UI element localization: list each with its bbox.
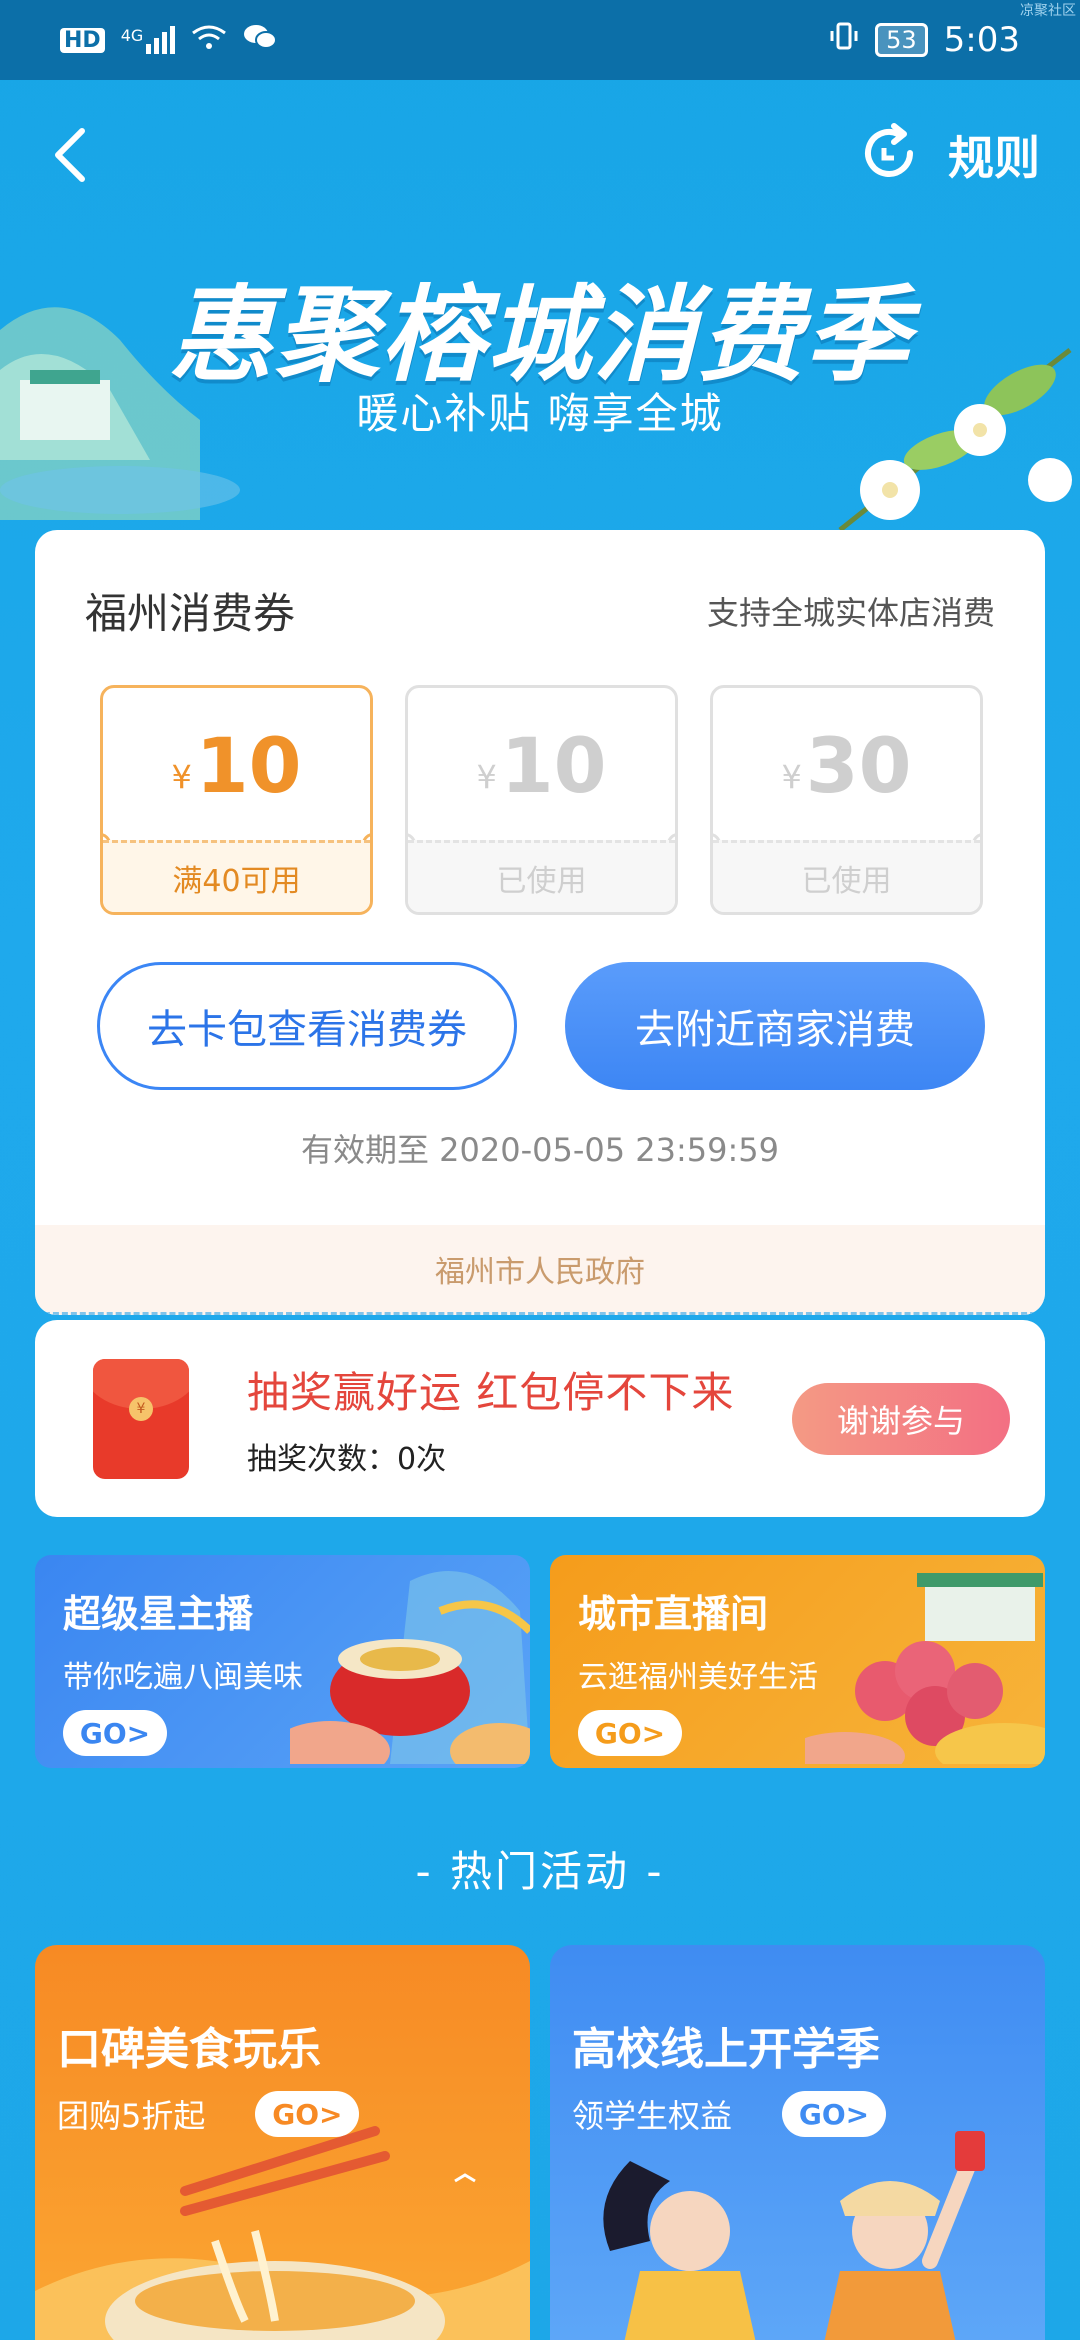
nearby-merchants-button[interactable]: 去附近商家消费 [565, 962, 985, 1090]
coupon-card: 福州消费券 支持全城实体店消费 ¥ 10 满40可用 ¥ 10 已使用 ¥ 30 [35, 530, 1045, 1315]
promo-super-streamer[interactable]: 超级星主播 带你吃遍八闽美味 GO> [35, 1555, 530, 1768]
lottery-button[interactable]: 谢谢参与 [792, 1382, 1010, 1455]
lottery-card: ¥ 抽奖赢好运 红包停不下来 抽奖次数：0次 谢谢参与 [35, 1320, 1045, 1517]
voucher-note: 已使用 [408, 840, 675, 912]
students-illustration [550, 2121, 1045, 2340]
voucher-list: ¥ 10 满40可用 ¥ 10 已使用 ¥ 30 已使用 [100, 685, 983, 915]
coupon-card-title: 福州消费券 [85, 589, 296, 638]
refresh-icon [858, 122, 920, 188]
voucher-item[interactable]: ¥ 10 已使用 [405, 685, 678, 915]
status-left: HD 4G [60, 23, 278, 58]
wifi-icon [191, 23, 227, 58]
voucher-note: 已使用 [713, 840, 980, 912]
issuer-label: 福州市人民政府 [35, 1225, 1045, 1315]
status-right: 53 5:03 [829, 20, 1020, 60]
back-arrow-icon[interactable] [40, 125, 100, 185]
voucher-amount: 10 [500, 721, 607, 810]
voucher-amount: 30 [805, 721, 912, 810]
activity-title: 口碑美食玩乐 [57, 2024, 321, 2075]
watermark: 凉聚社区 [1020, 3, 1076, 19]
lottery-count: 抽奖次数：0次 [247, 1442, 447, 1477]
view-wallet-button[interactable]: 去卡包查看消费券 [97, 962, 517, 1090]
clock: 5:03 [943, 20, 1020, 60]
section-title: - 热门活动 - [415, 1847, 665, 1896]
status-bar: HD 4G 53 5:03 凉聚社区 [0, 0, 1080, 80]
lottery-title: 抽奖赢好运 红包停不下来 [247, 1368, 735, 1417]
activity-food-fun[interactable]: 口碑美食玩乐 团购5折起 GO> [35, 1945, 530, 2340]
voucher-currency: ¥ [476, 757, 497, 796]
go-button[interactable]: GO> [63, 1710, 167, 1756]
food-pot-illustration [270, 1555, 530, 1768]
wechat-icon [243, 23, 278, 58]
coupon-actions: 去卡包查看消费券 去附近商家消费 [97, 962, 985, 1090]
coupon-card-header: 福州消费券 支持全城实体店消费 [85, 580, 995, 641]
coupon-support-text: 支持全城实体店消费 [706, 593, 995, 632]
noodle-bowl-illustration [35, 2121, 530, 2340]
promo-city-live[interactable]: 城市直播间 云逛福州美好生活 GO> [550, 1555, 1045, 1768]
battery-indicator: 53 [875, 23, 928, 57]
vibrate-icon [829, 20, 859, 60]
activity-row: 口碑美食玩乐 团购5折起 GO> 高校线上开学季 领学生权益 GO> [35, 1945, 1045, 2340]
signal-4g-icon: 4G [121, 26, 176, 54]
promo-row: 超级星主播 带你吃遍八闽美味 GO> 城市直播间 云逛福州美好生活 GO> [35, 1555, 1045, 1768]
lychee-illustration [785, 1555, 1045, 1768]
network-label: 4G [120, 26, 144, 45]
rules-button[interactable]: 规则 [858, 122, 1040, 188]
go-button[interactable]: GO> [578, 1710, 682, 1756]
validity-text: 有效期至 2020-05-05 23:59:59 [300, 1131, 780, 1169]
jasmine-flower-illustration [820, 330, 1080, 540]
voucher-currency: ¥ [781, 757, 802, 796]
voucher-amount: 10 [195, 721, 302, 810]
voucher-note: 满40可用 [103, 840, 370, 912]
voucher-currency: ¥ [171, 757, 192, 796]
nav-bar: 规则 [0, 80, 1080, 230]
voucher-item[interactable]: ¥ 10 满40可用 [100, 685, 373, 915]
voucher-item[interactable]: ¥ 30 已使用 [710, 685, 983, 915]
hd-icon: HD [60, 27, 105, 53]
red-packet-icon: ¥ [93, 1358, 189, 1479]
hero-banner: 惠聚榕城消费季 暖心补贴 嗨享全城 [0, 230, 1080, 540]
activity-school-season[interactable]: 高校线上开学季 领学生权益 GO> [550, 1945, 1045, 2340]
activity-title: 高校线上开学季 [572, 2024, 880, 2075]
rules-label: 规则 [948, 131, 1040, 185]
